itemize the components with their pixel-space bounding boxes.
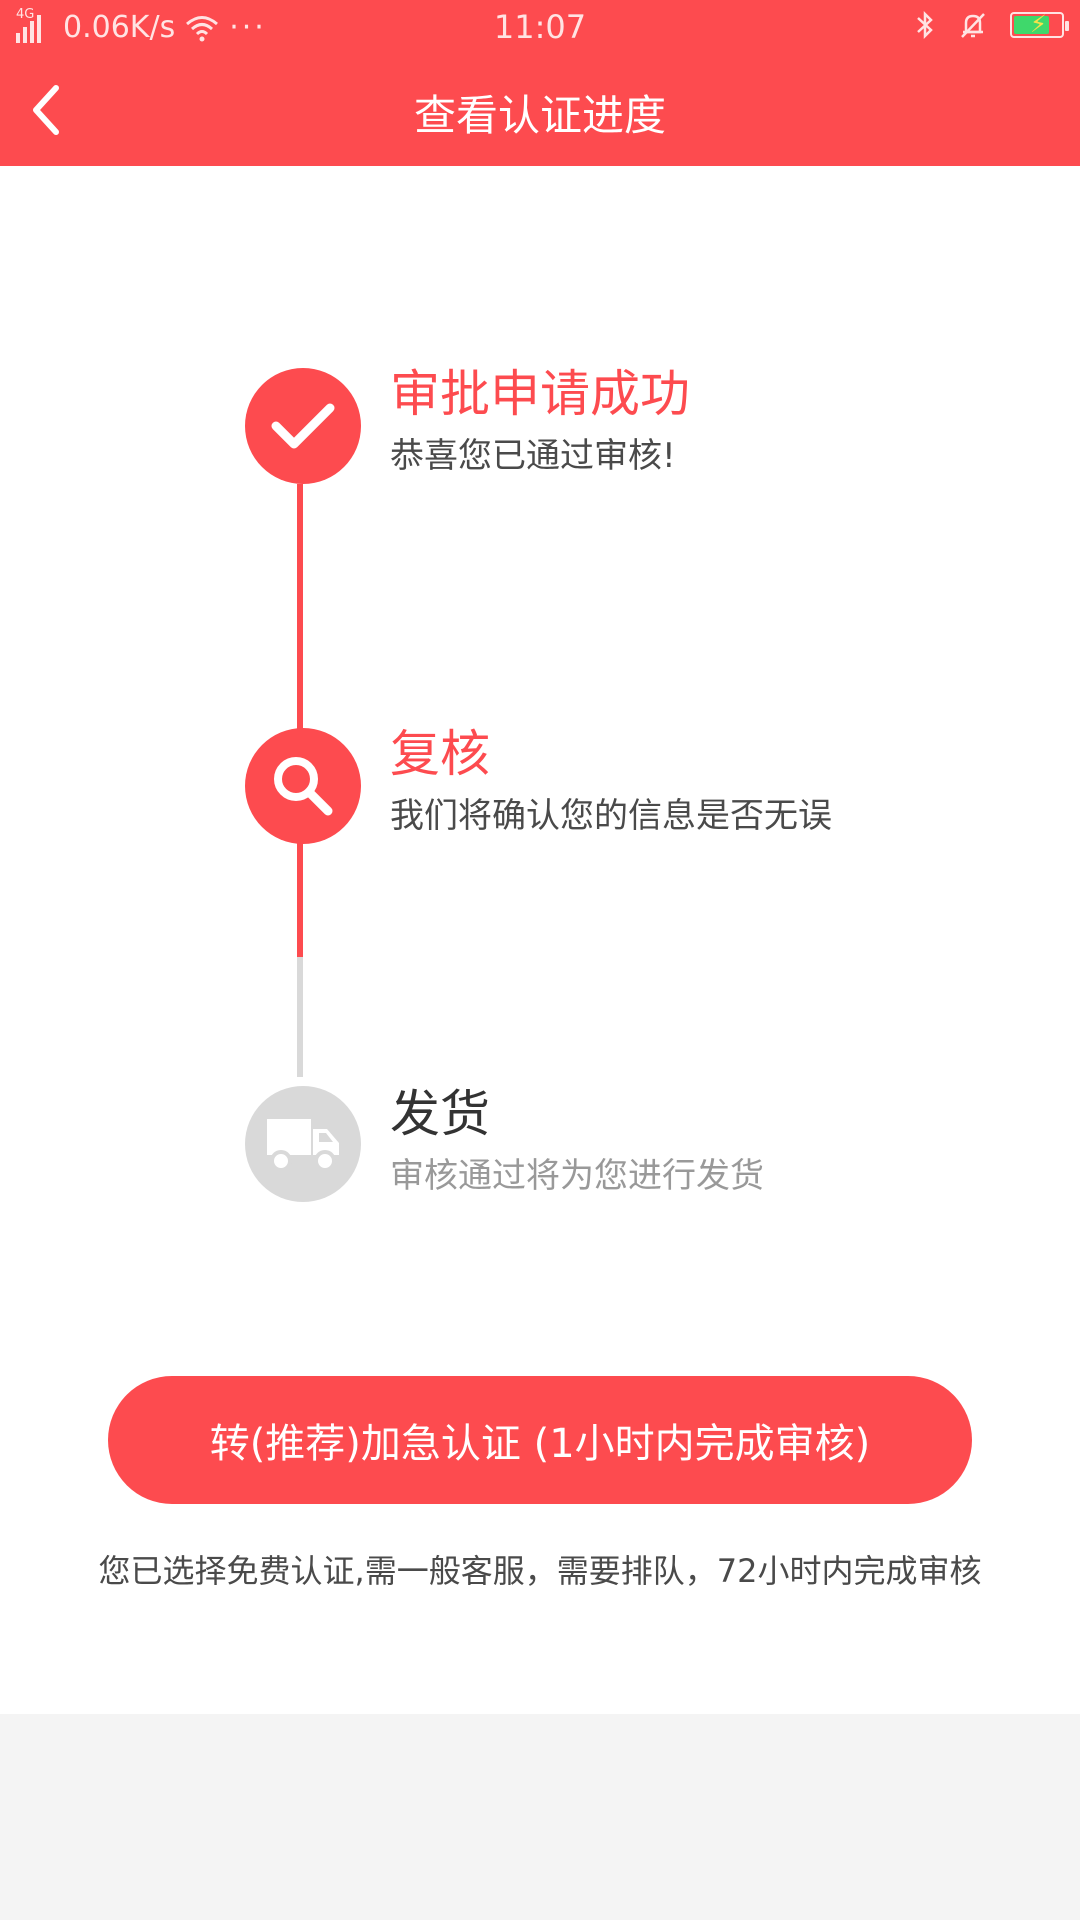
- progress-content: 审批申请成功 恭喜您已通过审核! 复核 我们将确认您的信息是否无误 发货 审核通…: [0, 166, 1080, 1714]
- step-1-desc: 恭喜您已通过审核!: [390, 436, 676, 476]
- search-icon: [274, 757, 333, 816]
- step-2-badge: [245, 728, 361, 844]
- queue-note: 您已选择免费认证,需一般客服，需要排队，72小时内完成审核: [98, 1552, 982, 1590]
- step-1-title: 审批申请成功: [390, 365, 690, 423]
- step-3-title: 发货: [390, 1085, 490, 1143]
- step-2-desc: 我们将确认您的信息是否无误: [390, 796, 832, 836]
- step-2-title: 复核: [390, 725, 490, 783]
- step-connector-pending: [297, 957, 303, 1077]
- bell-muted-icon: [961, 13, 985, 38]
- step-connector-current: [297, 842, 303, 957]
- status-bar: 4G 0.06K/s ··· 11:07 ⚡: [0, 0, 1080, 56]
- check-icon: [271, 403, 335, 449]
- step-3-desc: 审核通过将为您进行发货: [390, 1156, 764, 1196]
- urgent-certification-button[interactable]: 转(推荐)加急认证 (1小时内完成审核): [108, 1376, 972, 1504]
- truck-icon: [267, 1119, 339, 1172]
- battery-charging-icon: ⚡: [1010, 10, 1069, 38]
- bluetooth-icon: [917, 10, 933, 40]
- step-1-badge: [245, 368, 361, 484]
- top-bar: 4G 0.06K/s ··· 11:07 ⚡ 查看认证进度: [0, 0, 1080, 166]
- step-3-badge: [245, 1086, 361, 1202]
- status-right: ⚡: [914, 10, 1069, 40]
- page-title: 查看认证进度: [413, 91, 666, 140]
